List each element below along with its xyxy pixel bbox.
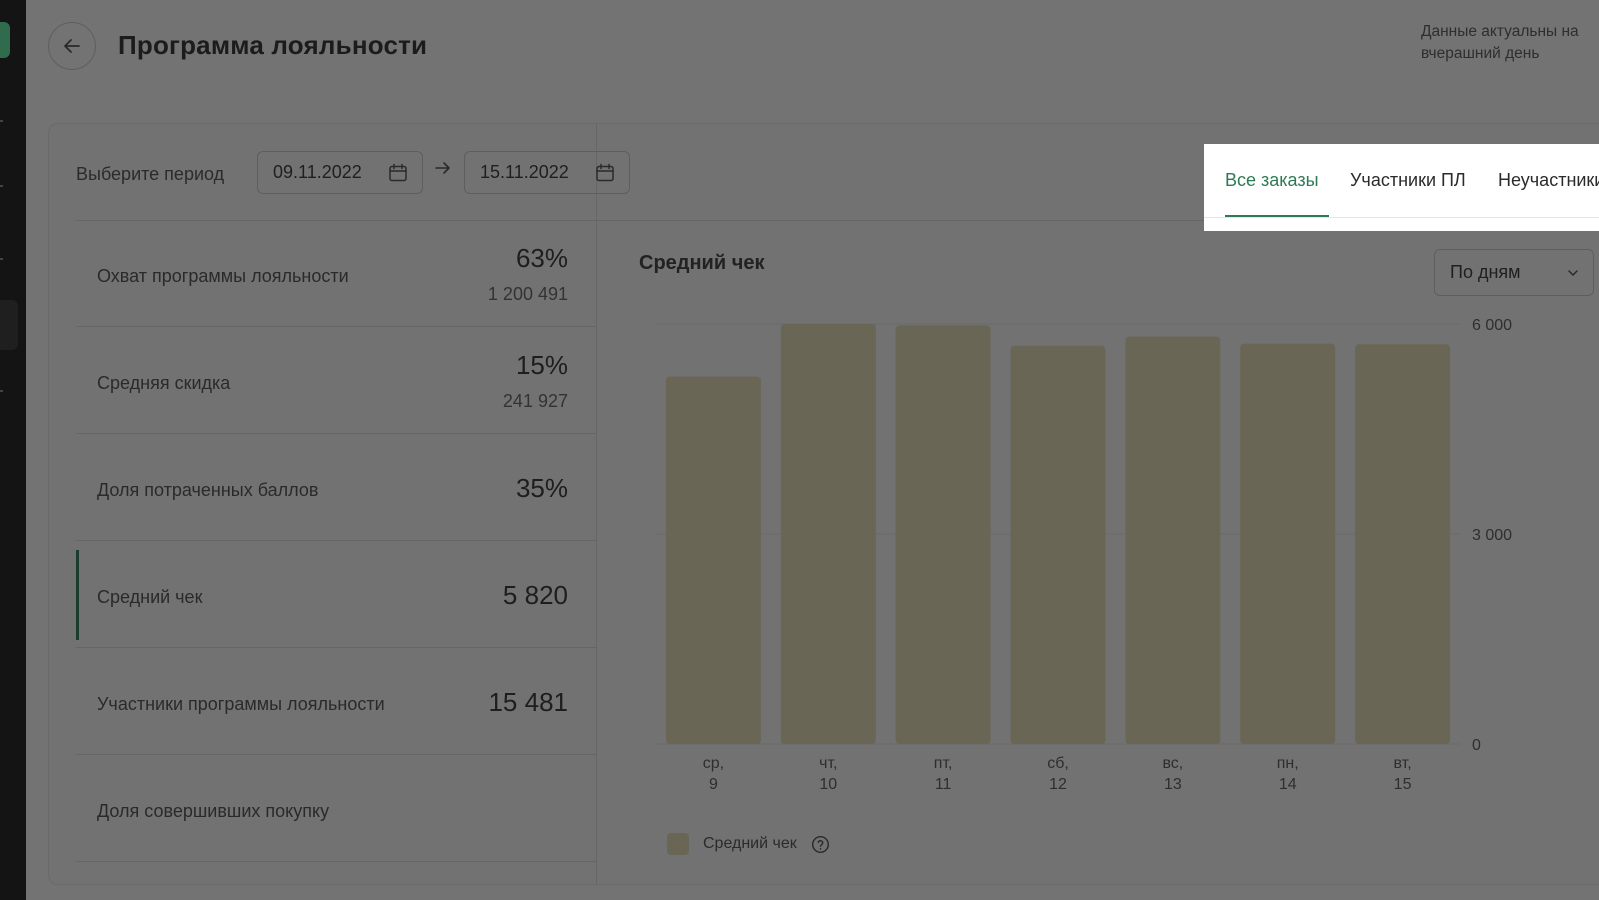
x-tick-label-line: 14 xyxy=(1279,776,1297,793)
chart-title: Средний чек xyxy=(639,252,765,274)
metric-label: Средний чек xyxy=(97,587,203,607)
granularity-select[interactable]: По дням xyxy=(1434,249,1594,296)
question-circle-icon[interactable] xyxy=(811,835,830,854)
x-tick-label-line: вт, xyxy=(1393,755,1411,772)
x-tick-label-line: сб, xyxy=(1047,755,1069,772)
date-to-input[interactable]: 15.11.2022 xyxy=(464,151,630,194)
legend-swatch xyxy=(667,833,689,855)
sidebar-nav-mark[interactable] xyxy=(0,258,3,260)
bar xyxy=(1125,336,1221,744)
metric-subvalue: 241 927 xyxy=(502,391,568,411)
metric-value: 63% xyxy=(515,243,568,273)
metric-points-spent[interactable]: Доля потраченных баллов 35% xyxy=(76,435,596,541)
data-note-line: Данные актуальны на xyxy=(1421,23,1579,40)
x-tick-label: сб, 12 xyxy=(1047,755,1069,793)
date-from-value: 09.11.2022 xyxy=(273,162,362,182)
bar xyxy=(895,325,991,744)
metric-members[interactable]: Участники программы лояльности 15 481 xyxy=(76,649,596,755)
x-tick-label: вт, 15 xyxy=(1393,755,1411,793)
x-tick-label-line: чт, xyxy=(819,755,837,772)
x-tick-label-line: пт, xyxy=(934,755,953,772)
x-tick-label-line: 9 xyxy=(709,776,718,793)
legend-label: Средний чек xyxy=(703,835,797,852)
bar xyxy=(1010,345,1106,744)
app-sidebar xyxy=(0,0,26,900)
data-note-line: вчерашний день xyxy=(1421,45,1540,62)
tab-non-members[interactable]: Неучастники xyxy=(1498,170,1599,191)
metric-label: Доля потраченных баллов xyxy=(97,480,319,500)
y-tick-label: 6 000 xyxy=(1472,317,1512,334)
y-tick-label: 0 xyxy=(1472,737,1481,754)
arrow-right-icon xyxy=(435,162,450,174)
period-label: Выберите период xyxy=(76,164,225,184)
arrow-left-icon xyxy=(64,39,80,53)
date-from-input[interactable]: 09.11.2022 xyxy=(257,151,423,194)
metric-value: 15 481 xyxy=(488,687,568,717)
tab-loyalty-members[interactable]: Участники ПЛ xyxy=(1350,170,1466,191)
order-filter-tabs: Все заказы Участники ПЛ Неучастники xyxy=(1204,144,1599,231)
y-tick-label: 3 000 xyxy=(1472,527,1512,544)
x-tick-label: чт, 10 xyxy=(819,755,837,793)
metric-value: 5 820 xyxy=(502,580,568,610)
metric-purchase-share[interactable]: Доля совершивших покупку xyxy=(76,756,596,862)
date-to-value: 15.11.2022 xyxy=(480,162,569,182)
tabs-baseline xyxy=(1204,217,1599,218)
card-divider xyxy=(596,123,597,885)
x-tick-label-line: ср, xyxy=(703,755,724,772)
sidebar-nav-mark[interactable] xyxy=(0,390,3,392)
chevron-down-icon xyxy=(1568,269,1578,276)
x-tick-label-line: 11 xyxy=(935,776,952,793)
active-tab-underline xyxy=(1225,215,1329,217)
x-tick-label: пн, 14 xyxy=(1277,755,1299,793)
x-tick-label: вс, 13 xyxy=(1162,755,1183,793)
app-logo[interactable] xyxy=(0,22,10,58)
bar xyxy=(1355,344,1451,744)
metric-coverage[interactable]: Охват программы лояльности 63% 1 200 491 xyxy=(76,221,596,327)
x-tick-label-line: 10 xyxy=(819,776,837,793)
sidebar-nav-mark[interactable] xyxy=(0,185,3,187)
x-tick-label-line: пн, xyxy=(1277,755,1299,772)
granularity-value: По дням xyxy=(1450,262,1521,282)
selected-indicator xyxy=(76,550,79,640)
calendar-icon[interactable] xyxy=(388,163,408,183)
avg-check-bar-chart: 0 3 000 6 000 ср, 9 чт, 10 пт, 11 сб, 12 вс, 13 пн, 14… xyxy=(656,317,1512,793)
chart-legend: Средний чек xyxy=(667,833,830,855)
x-tick-label-line: 12 xyxy=(1049,776,1067,793)
bar xyxy=(1240,343,1336,744)
metric-value: 15% xyxy=(515,350,568,380)
sidebar-nav-mark[interactable] xyxy=(0,120,3,122)
bar xyxy=(665,376,761,744)
page-title: Программа лояльности xyxy=(118,30,428,60)
x-tick-label-line: 15 xyxy=(1394,776,1412,793)
x-tick-label-line: 13 xyxy=(1164,776,1182,793)
calendar-icon[interactable] xyxy=(595,163,615,183)
back-button[interactable] xyxy=(48,22,96,70)
x-tick-label: пт, 11 xyxy=(934,755,953,793)
sidebar-item-active[interactable] xyxy=(0,300,18,350)
metric-avg-check[interactable]: Средний чек 5 820 xyxy=(76,542,596,648)
metric-label: Средняя скидка xyxy=(97,373,231,393)
metric-subvalue: 1 200 491 xyxy=(487,284,568,304)
x-tick-label: ср, 9 xyxy=(703,755,724,793)
bar xyxy=(780,324,876,744)
metric-label: Участники программы лояльности xyxy=(97,694,385,714)
metric-label: Охват программы лояльности xyxy=(97,266,349,286)
tab-all-orders[interactable]: Все заказы xyxy=(1225,170,1319,191)
metric-value: 35% xyxy=(515,473,568,503)
data-freshness-note: Данные актуальны на вчерашний день xyxy=(1421,21,1599,65)
metric-avg-discount[interactable]: Средняя скидка 15% 241 927 xyxy=(76,328,596,434)
x-tick-label-line: вс, xyxy=(1162,755,1183,772)
metric-label: Доля совершивших покупку xyxy=(97,801,330,821)
